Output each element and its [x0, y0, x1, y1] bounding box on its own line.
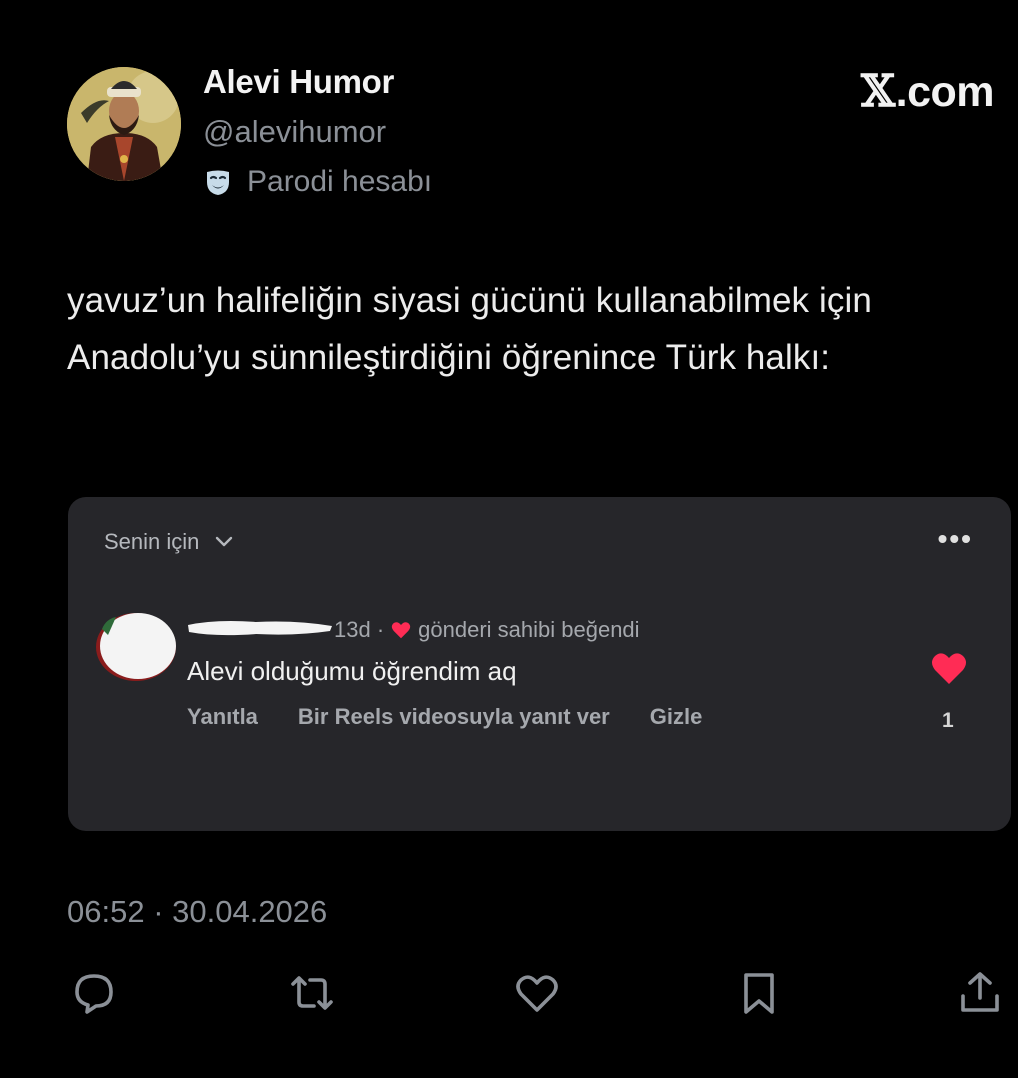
heart-filled-icon	[391, 622, 411, 639]
commenter-name-redacted	[188, 621, 332, 636]
comment-actions: Yanıtla Bir Reels videosuyla yanıt ver G…	[187, 704, 702, 730]
reply-action[interactable]	[69, 968, 119, 1018]
tweet-timestamp[interactable]: 06:52 · 30.04.2026	[67, 894, 327, 930]
comment-text: Alevi olduğumu öğrendim aq	[187, 656, 517, 686]
retweet-icon	[291, 976, 333, 1010]
comment-meta: 13d · gönderi sahibi beğendi	[334, 617, 640, 643]
commenter-avatar-redacted	[96, 613, 176, 681]
author-display-name[interactable]: Alevi Humor	[203, 63, 394, 101]
tweet-text: yavuz’un halifeliğin siyasi gücünü kulla…	[67, 281, 872, 377]
reply-icon	[75, 974, 113, 1014]
like-icon	[516, 975, 558, 1012]
liked-by-author-label: gönderi sahibi beğendi	[418, 617, 640, 642]
share-action[interactable]	[955, 968, 1005, 1018]
x-logo-icon: 𝕏	[860, 66, 895, 117]
feed-filter-dropdown[interactable]: Senin için	[104, 529, 235, 555]
comment-age: 13d ·	[334, 617, 385, 642]
comment-like-count: 1	[942, 709, 954, 732]
feed-filter-label: Senin için	[104, 529, 200, 554]
reply-button[interactable]: Yanıtla	[187, 704, 258, 730]
more-options-icon[interactable]: •••	[938, 525, 973, 553]
retweet-action[interactable]	[287, 968, 337, 1018]
bookmark-icon	[744, 973, 774, 1014]
comment-like-heart-icon[interactable]	[930, 651, 968, 685]
author-avatar[interactable]	[67, 67, 181, 181]
parody-label: Parodi hesabı	[247, 165, 433, 198]
like-action[interactable]	[512, 968, 562, 1018]
x-com-logo: 𝕏 .com	[860, 66, 995, 117]
x-logo-text: .com	[895, 68, 995, 116]
embedded-comment-card: Senin için ••• 13d · gönderi sahibi beğe…	[68, 497, 1011, 831]
share-icon	[961, 972, 999, 1012]
chevron-down-icon	[216, 536, 233, 547]
avatar-portrait-image	[67, 67, 181, 181]
bookmark-action[interactable]	[734, 968, 784, 1018]
reels-reply-button[interactable]: Bir Reels videosuyla yanıt ver	[298, 704, 610, 730]
parody-account-badge: Parodi hesabı	[203, 165, 432, 199]
parody-mask-icon	[207, 170, 229, 195]
author-handle[interactable]: @alevihumor	[203, 114, 386, 150]
hide-button[interactable]: Gizle	[650, 704, 703, 730]
tweet-action-bar	[0, 968, 1018, 1028]
